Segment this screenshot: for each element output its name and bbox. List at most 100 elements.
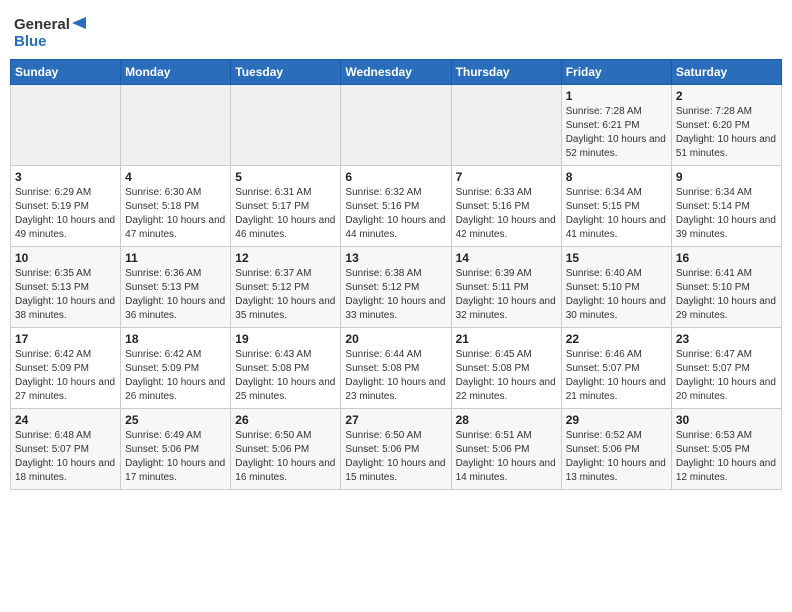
calendar-cell — [451, 85, 561, 166]
calendar-cell: 17 Sunrise: 6:42 AMSunset: 5:09 PMDayligh… — [11, 328, 121, 409]
day-info: Sunrise: 6:50 AMSunset: 5:06 PMDaylight:… — [345, 429, 446, 485]
day-info: Sunrise: 6:34 AMSunset: 5:14 PMDaylight:… — [676, 186, 777, 242]
day-number: 13 — [345, 251, 446, 265]
day-info: Sunrise: 6:34 AMSunset: 5:15 PMDaylight:… — [566, 186, 667, 242]
calendar-cell — [231, 85, 341, 166]
calendar-cell: 11 Sunrise: 6:36 AMSunset: 5:13 PMDayligh… — [121, 247, 231, 328]
calendar-cell: 25Sunrise: 6:49 AMSunset: 5:06 PMDayligh… — [121, 409, 231, 490]
calendar-cell: 3 Sunrise: 6:29 AMSunset: 5:19 PMDaylight… — [11, 166, 121, 247]
calendar-cell: 18 Sunrise: 6:42 AMSunset: 5:09 PMDayligh… — [121, 328, 231, 409]
day-number: 5 — [235, 170, 336, 184]
calendar-cell: 27 Sunrise: 6:50 AMSunset: 5:06 PMDayligh… — [341, 409, 451, 490]
day-number: 9 — [676, 170, 777, 184]
day-number: 29 — [566, 413, 667, 427]
day-info: Sunrise: 6:51 AMSunset: 5:06 PMDaylight:… — [456, 429, 557, 485]
day-info: Sunrise: 6:39 AMSunset: 5:11 PMDaylight:… — [456, 267, 557, 323]
day-info: Sunrise: 6:36 AMSunset: 5:13 PMDaylight:… — [125, 267, 226, 323]
calendar-cell: 29 Sunrise: 6:52 AMSunset: 5:06 PMDayligh… — [561, 409, 671, 490]
calendar-cell: 21 Sunrise: 6:45 AMSunset: 5:08 PMDayligh… — [451, 328, 561, 409]
calendar-cell: 15Sunrise: 6:40 AMSunset: 5:10 PMDayligh… — [561, 247, 671, 328]
page-header: General Blue — [10, 10, 782, 51]
weekday-header-sunday: Sunday — [11, 60, 121, 85]
calendar-cell: 6Sunrise: 6:32 AMSunset: 5:16 PMDaylight… — [341, 166, 451, 247]
day-info: Sunrise: 6:38 AMSunset: 5:12 PMDaylight:… — [345, 267, 446, 323]
calendar-cell — [341, 85, 451, 166]
weekday-header-friday: Friday — [561, 60, 671, 85]
day-number: 20 — [345, 332, 446, 346]
calendar-cell: 13 Sunrise: 6:38 AMSunset: 5:12 PMDayligh… — [341, 247, 451, 328]
week-row-5: 24 Sunrise: 6:48 AMSunset: 5:07 PMDayligh… — [11, 409, 782, 490]
day-info: Sunrise: 6:35 AMSunset: 5:13 PMDaylight:… — [15, 267, 116, 323]
week-row-4: 17 Sunrise: 6:42 AMSunset: 5:09 PMDayligh… — [11, 328, 782, 409]
day-number: 6 — [345, 170, 446, 184]
day-number: 2 — [676, 89, 777, 103]
weekday-header-row: SundayMondayTuesdayWednesdayThursdayFrid… — [11, 60, 782, 85]
calendar-cell: 10 Sunrise: 6:35 AMSunset: 5:13 PMDayligh… — [11, 247, 121, 328]
day-info: Sunrise: 6:41 AMSunset: 5:10 PMDaylight:… — [676, 267, 777, 323]
day-info: Sunrise: 6:30 AMSunset: 5:18 PMDaylight:… — [125, 186, 226, 242]
calendar-cell: 4 Sunrise: 6:30 AMSunset: 5:18 PMDaylight… — [121, 166, 231, 247]
day-number: 26 — [235, 413, 336, 427]
day-info: Sunrise: 6:31 AMSunset: 5:17 PMDaylight:… — [235, 186, 336, 242]
day-number: 18 — [125, 332, 226, 346]
day-number: 23 — [676, 332, 777, 346]
calendar-cell: 8 Sunrise: 6:34 AMSunset: 5:15 PMDaylight… — [561, 166, 671, 247]
day-info: Sunrise: 6:53 AMSunset: 5:05 PMDaylight:… — [676, 429, 777, 485]
day-number: 21 — [456, 332, 557, 346]
day-number: 14 — [456, 251, 557, 265]
day-info: Sunrise: 6:42 AMSunset: 5:09 PMDaylight:… — [15, 348, 116, 404]
calendar-cell: 7 Sunrise: 6:33 AMSunset: 5:16 PMDaylight… — [451, 166, 561, 247]
day-info: Sunrise: 7:28 AMSunset: 6:20 PMDaylight:… — [676, 105, 777, 161]
day-info: Sunrise: 6:40 AMSunset: 5:10 PMDaylight:… — [566, 267, 667, 323]
calendar-cell: 9 Sunrise: 6:34 AMSunset: 5:14 PMDaylight… — [671, 166, 781, 247]
day-number: 12 — [235, 251, 336, 265]
calendar-cell: 2 Sunrise: 7:28 AMSunset: 6:20 PMDaylight… — [671, 85, 781, 166]
day-number: 11 — [125, 251, 226, 265]
calendar-cell: 30 Sunrise: 6:53 AMSunset: 5:05 PMDayligh… — [671, 409, 781, 490]
weekday-header-saturday: Saturday — [671, 60, 781, 85]
day-info: Sunrise: 6:33 AMSunset: 5:16 PMDaylight:… — [456, 186, 557, 242]
logo-blue-text: Blue — [14, 33, 47, 50]
day-info: Sunrise: 6:42 AMSunset: 5:09 PMDaylight:… — [125, 348, 226, 404]
week-row-3: 10 Sunrise: 6:35 AMSunset: 5:13 PMDayligh… — [11, 247, 782, 328]
day-info: Sunrise: 6:44 AMSunset: 5:08 PMDaylight:… — [345, 348, 446, 404]
day-info: Sunrise: 6:43 AMSunset: 5:08 PMDaylight:… — [235, 348, 336, 404]
calendar-cell: 14 Sunrise: 6:39 AMSunset: 5:11 PMDayligh… — [451, 247, 561, 328]
day-info: Sunrise: 6:52 AMSunset: 5:06 PMDaylight:… — [566, 429, 667, 485]
day-info: Sunrise: 6:46 AMSunset: 5:07 PMDaylight:… — [566, 348, 667, 404]
day-info: Sunrise: 6:45 AMSunset: 5:08 PMDaylight:… — [456, 348, 557, 404]
calendar-cell: 23Sunrise: 6:47 AMSunset: 5:07 PMDayligh… — [671, 328, 781, 409]
logo-group: General Blue — [14, 16, 88, 51]
calendar-cell: 5 Sunrise: 6:31 AMSunset: 5:17 PMDaylight… — [231, 166, 341, 247]
day-number: 10 — [15, 251, 116, 265]
day-info: Sunrise: 6:48 AMSunset: 5:07 PMDaylight:… — [15, 429, 116, 485]
calendar-cell — [121, 85, 231, 166]
day-number: 27 — [345, 413, 446, 427]
weekday-header-thursday: Thursday — [451, 60, 561, 85]
day-number: 3 — [15, 170, 116, 184]
logo-general-text: General — [14, 16, 70, 33]
day-number: 19 — [235, 332, 336, 346]
day-number: 30 — [676, 413, 777, 427]
day-number: 4 — [125, 170, 226, 184]
day-number: 8 — [566, 170, 667, 184]
calendar-cell: 19 Sunrise: 6:43 AMSunset: 5:08 PMDayligh… — [231, 328, 341, 409]
day-number: 28 — [456, 413, 557, 427]
day-number: 7 — [456, 170, 557, 184]
day-number: 17 — [15, 332, 116, 346]
calendar-cell: 1Sunrise: 7:28 AMSunset: 6:21 PMDaylight… — [561, 85, 671, 166]
calendar-cell: 20 Sunrise: 6:44 AMSunset: 5:08 PMDayligh… — [341, 328, 451, 409]
weekday-header-tuesday: Tuesday — [231, 60, 341, 85]
calendar-cell: 26Sunrise: 6:50 AMSunset: 5:06 PMDayligh… — [231, 409, 341, 490]
calendar-cell — [11, 85, 121, 166]
day-info: Sunrise: 7:28 AMSunset: 6:21 PMDaylight:… — [566, 105, 667, 161]
day-number: 24 — [15, 413, 116, 427]
day-number: 16 — [676, 251, 777, 265]
day-info: Sunrise: 6:37 AMSunset: 5:12 PMDaylight:… — [235, 267, 336, 323]
logo: General Blue — [14, 16, 88, 51]
weekday-header-wednesday: Wednesday — [341, 60, 451, 85]
week-row-2: 3 Sunrise: 6:29 AMSunset: 5:19 PMDaylight… — [11, 166, 782, 247]
calendar-cell: 16 Sunrise: 6:41 AMSunset: 5:10 PMDayligh… — [671, 247, 781, 328]
day-info: Sunrise: 6:29 AMSunset: 5:19 PMDaylight:… — [15, 186, 116, 242]
calendar-cell: 28 Sunrise: 6:51 AMSunset: 5:06 PMDayligh… — [451, 409, 561, 490]
